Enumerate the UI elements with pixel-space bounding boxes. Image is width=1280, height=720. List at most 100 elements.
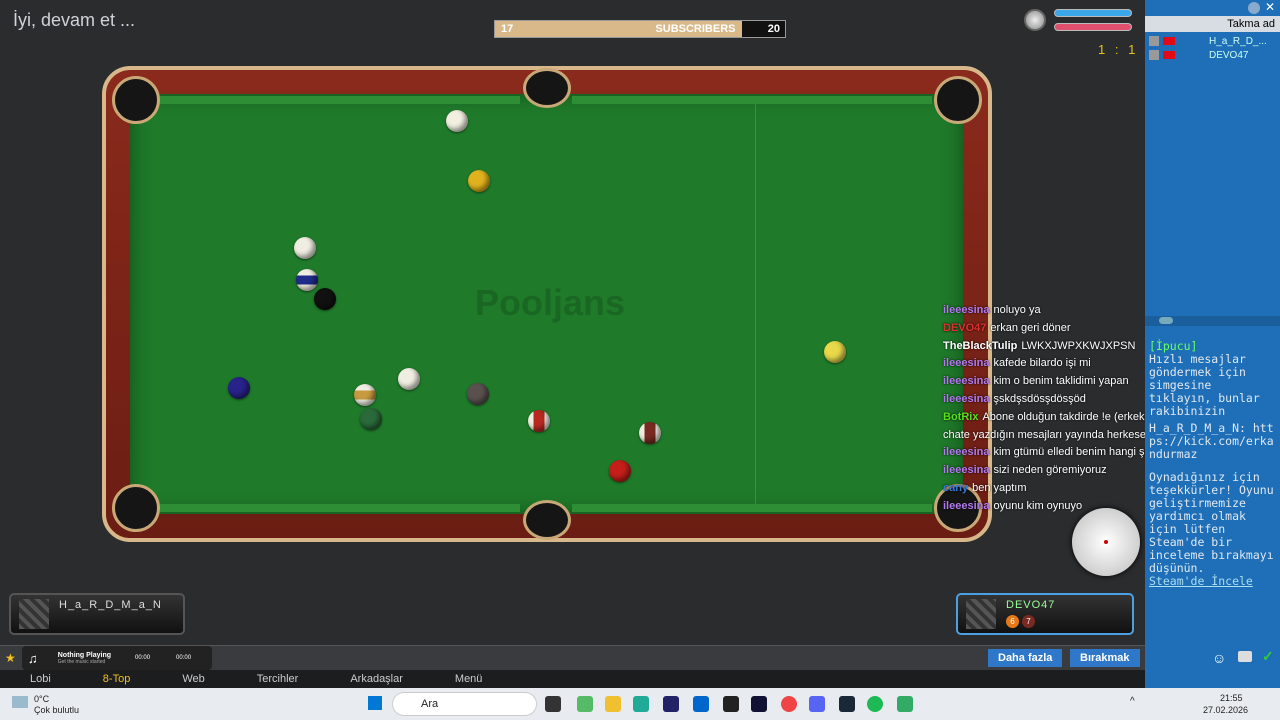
list-item[interactable]: H_a_R_D_... [1145,34,1280,48]
chat-text: LWKXJWPXKWJXPSN [1021,339,1136,352]
discord-icon[interactable] [809,696,825,712]
cushion [160,504,520,512]
pocket [112,76,160,124]
chat-username: ileeesina [943,357,990,370]
chat-username: BotRix [943,410,979,423]
scroll-thumb[interactable] [1159,317,1173,324]
chat-user-line: H_a_R_D_M_a_N: https://kick.com/erkandur… [1149,421,1274,461]
pocket [523,500,571,540]
steam-icon[interactable] [839,696,855,712]
weather-text: Çok bulutlu [34,705,80,715]
ball-striped [294,237,316,259]
ball-indicator: 7 [1022,615,1035,628]
chat-username: ileeesina [943,464,990,477]
chat-text: erkan geri döner [990,321,1071,334]
chat-username: ileeesina [943,499,990,512]
menu-preferences[interactable]: Tercihler [231,670,325,688]
chat-username: ileeesina [943,304,990,316]
sub-label: SUBSCRIBERS [655,23,736,35]
chrome-icon[interactable] [781,696,797,712]
ball-15 [639,422,661,444]
status-text: İyi, devam et ... [13,10,136,30]
menu-8ball[interactable]: 8-Top [77,670,157,688]
app-icon[interactable] [577,696,593,712]
clock-icon [1024,9,1046,31]
chat-icon[interactable] [1238,651,1252,662]
ball-1 [468,170,490,192]
ball-striped [354,384,376,406]
cushion [572,504,932,512]
chat-text: oyunu kim oynuyo [993,499,1083,512]
player-name: DEVO47 [1006,599,1056,611]
head-string-line [755,104,756,504]
music-title: Nothing Playing [57,651,112,659]
side-chat-panel: [İpucu] Hızlı mesajlar göndermek için si… [1145,330,1280,630]
chat-text: şskdşsdösşdösşöd [993,392,1086,405]
chat-username: ileeesina [943,446,990,459]
game-icon[interactable] [897,696,913,712]
avatar [966,599,996,629]
menu-main[interactable]: Menü [429,670,509,688]
power-meter-blue [1054,9,1132,17]
player-card-left: H_a_R_D_M_a_N [9,593,185,635]
taskbar-search[interactable]: Ara [392,692,537,716]
sub-current: 17 [501,23,514,35]
clock-date[interactable]: 27.02.2026 [1203,705,1248,715]
ball-8 [314,288,336,310]
folder-icon[interactable] [605,696,621,712]
task-view-icon[interactable] [545,696,561,712]
windows-start-icon[interactable] [368,696,382,710]
player-list-header: Takma ad [1145,16,1280,32]
pocket [934,76,982,124]
app-icon[interactable] [751,696,767,712]
cue-spin-selector[interactable] [1072,508,1140,576]
close-icon[interactable]: ✕ [1265,0,1275,14]
app-icon[interactable] [663,696,679,712]
download-icon[interactable] [1248,2,1260,14]
pocket [523,68,571,108]
cushion [160,96,520,104]
windows-taskbar: 0°C Çok bulutlu Ara ^ 21:55 27.02.2026 [0,688,1280,720]
ball-10 [296,269,318,291]
music-widget[interactable]: ♫ Nothing Playing Get the music started 0… [22,646,212,670]
cue-ball[interactable] [446,110,468,132]
avatar [19,599,49,629]
outlook-icon[interactable] [693,696,709,712]
thanks-text: Oynadığınız için teşekkürler! Oyunu geli… [1149,470,1274,575]
user-icon [1149,36,1159,46]
leave-button[interactable]: Bırakmak [1070,649,1140,667]
ball-14 [360,408,382,430]
list-item[interactable]: DEVO47 [1145,48,1280,62]
chat-text: kim o benim taklidimi yapan [993,375,1129,388]
player-card-right: DEVO47 6 7 [956,593,1134,635]
flag-icon [1163,51,1175,59]
ball-2 [228,377,250,399]
menu-lobby[interactable]: Lobi [0,670,77,688]
menu-web[interactable]: Web [156,670,230,688]
chat-text: noluyo ya [993,304,1041,316]
subscriber-progress-fill: 17 SUBSCRIBERS [495,21,742,37]
scrollbar[interactable] [1145,316,1280,326]
send-check-icon[interactable]: ✓ [1262,648,1274,665]
chat-text: sizi neden göremiyoruz [993,464,1107,477]
emoji-icon[interactable]: ☺ [1212,650,1226,666]
music-time-start: 00:00 [135,655,151,661]
music-note-icon: ♫ [28,650,38,666]
chat-username: ileeesina [943,375,990,388]
ball-11 [528,410,550,432]
edge-icon[interactable] [633,696,649,712]
clock-time[interactable]: 21:55 [1220,693,1243,703]
ball-striped [398,368,420,390]
star-icon[interactable]: ★ [5,651,16,665]
hint-text: Hızlı mesajlar göndermek için simgesine … [1149,352,1260,418]
weather-temp: 0°C [34,694,50,704]
app-icon[interactable] [723,696,739,712]
menu-friends[interactable]: Arkadaşlar [324,670,429,688]
chevron-up-icon[interactable]: ^ [1130,696,1135,707]
ball-3 [609,460,631,482]
spotify-icon[interactable] [867,696,883,712]
steam-review-link[interactable]: Steam'de İncele [1149,575,1276,588]
more-button[interactable]: Daha fazla [988,649,1063,667]
power-meter-red [1054,23,1132,31]
chat-text: ben yaptım [972,481,1027,494]
